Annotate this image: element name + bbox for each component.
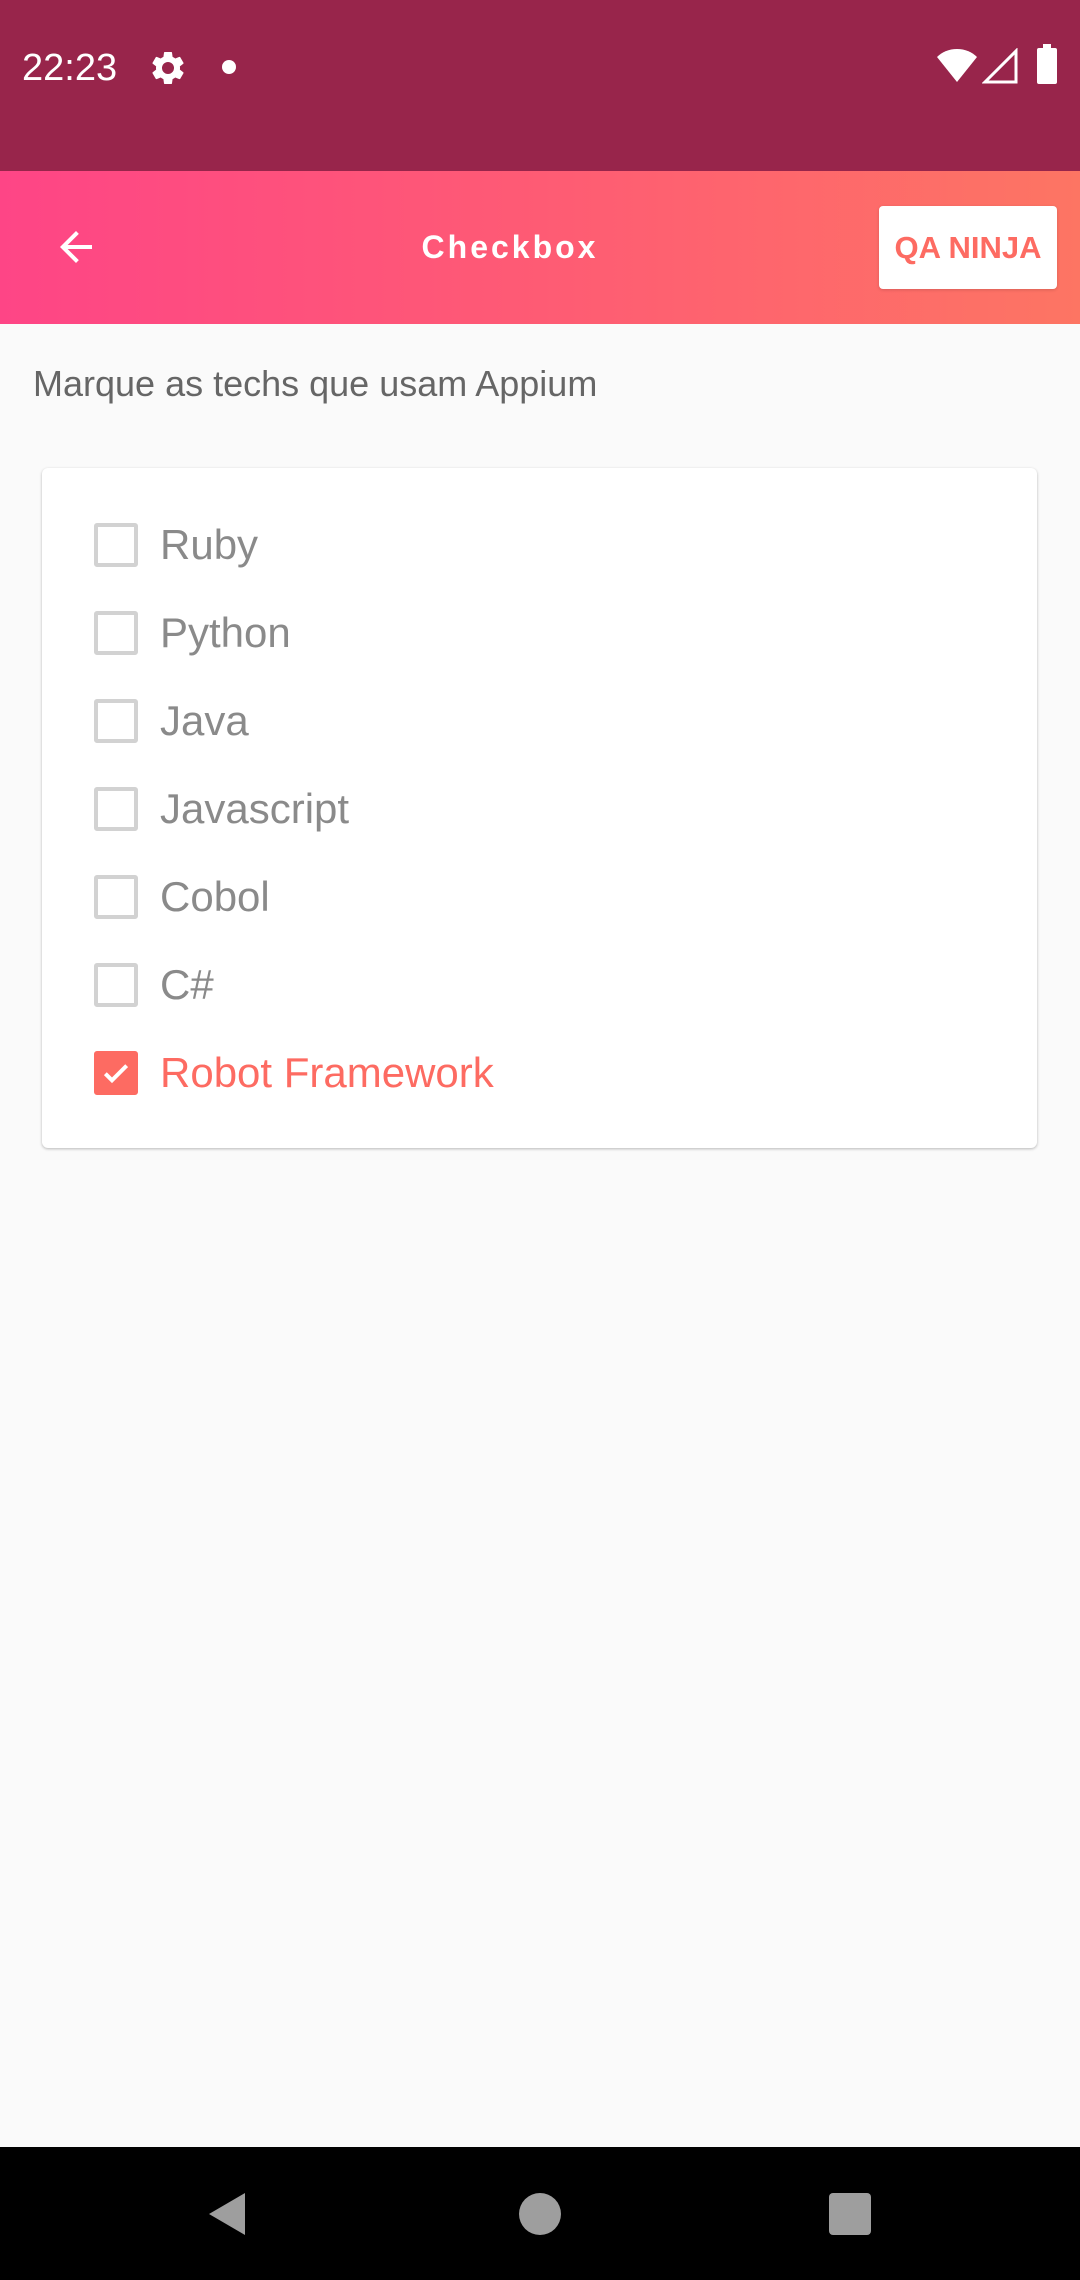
qa-ninja-button[interactable]: QA NINJA bbox=[879, 206, 1057, 289]
instruction-text: Marque as techs que usam Appium bbox=[33, 363, 598, 404]
checkbox-label: C# bbox=[160, 961, 214, 1008]
checkbox-java[interactable]: Java bbox=[94, 686, 974, 756]
checkbox-card: Ruby Python Java Javascript Cobol C# Rob… bbox=[42, 468, 1037, 1148]
checkbox-box[interactable] bbox=[94, 875, 138, 919]
checkbox-box[interactable] bbox=[94, 611, 138, 655]
arrow-left-icon bbox=[60, 231, 92, 263]
gear-icon bbox=[152, 51, 184, 84]
checkbox-ruby[interactable]: Ruby bbox=[94, 510, 974, 580]
signal-icon bbox=[982, 48, 1018, 84]
checkbox-box[interactable] bbox=[94, 787, 138, 831]
app-bar: Checkbox QA NINJA bbox=[0, 171, 1080, 324]
checkbox-robot-framework[interactable]: Robot Framework bbox=[94, 1038, 974, 1108]
checkbox-label: Ruby bbox=[160, 521, 259, 568]
checkbox-label: Robot Framework bbox=[160, 1049, 494, 1096]
nav-recents-icon[interactable] bbox=[829, 2193, 871, 2235]
back-button[interactable] bbox=[40, 211, 112, 283]
checkbox-box[interactable] bbox=[94, 1051, 138, 1095]
status-bar: 22:23 bbox=[0, 0, 1080, 171]
checkbox-cobol[interactable]: Cobol bbox=[94, 862, 974, 932]
battery-icon bbox=[1037, 44, 1057, 84]
wifi-icon bbox=[937, 49, 977, 82]
checkbox-label: Javascript bbox=[160, 785, 350, 832]
notification-dot-icon bbox=[222, 60, 236, 74]
nav-back-icon[interactable] bbox=[205, 2191, 249, 2237]
system-navigation-bar bbox=[0, 2147, 1080, 2280]
page-title: Checkbox bbox=[421, 229, 599, 265]
checkbox-csharp[interactable]: C# bbox=[94, 950, 974, 1020]
checkbox-python[interactable]: Python bbox=[94, 598, 974, 668]
checkbox-label: Cobol bbox=[160, 873, 270, 920]
nav-home-icon[interactable] bbox=[519, 2193, 561, 2235]
checkbox-javascript[interactable]: Javascript bbox=[94, 774, 974, 844]
status-time: 22:23 bbox=[22, 47, 118, 89]
checkbox-box[interactable] bbox=[94, 963, 138, 1007]
checkbox-box[interactable] bbox=[94, 699, 138, 743]
checkbox-label: Python bbox=[160, 609, 291, 656]
check-icon bbox=[103, 1064, 129, 1084]
checkbox-box[interactable] bbox=[94, 523, 138, 567]
checkbox-label: Java bbox=[160, 697, 249, 744]
screen: 22:23 Checkbox QA NINJA Marque as techs … bbox=[0, 0, 1080, 2280]
